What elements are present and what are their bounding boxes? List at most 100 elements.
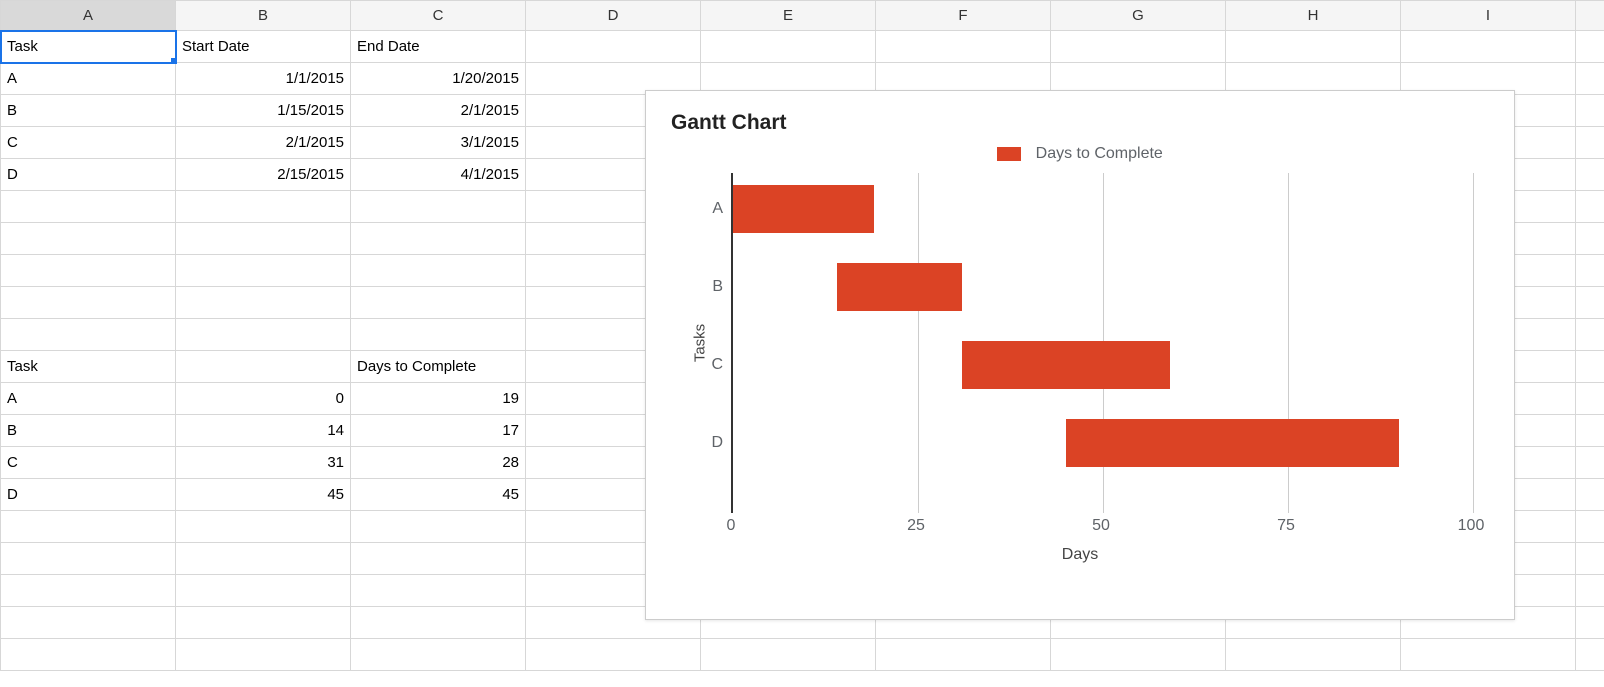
cell[interactable]: D <box>1 159 176 191</box>
cell[interactable]: 2/1/2015 <box>351 95 526 127</box>
column-header-H[interactable]: H <box>1226 1 1401 31</box>
cell[interactable] <box>1 191 176 223</box>
cell[interactable] <box>701 639 876 671</box>
x-tick: 25 <box>907 517 925 535</box>
column-header-A[interactable]: A <box>1 1 176 31</box>
cell[interactable]: 28 <box>351 447 526 479</box>
cell[interactable] <box>1 287 176 319</box>
cell[interactable] <box>526 639 701 671</box>
cell[interactable] <box>176 607 351 639</box>
cell-pad <box>1576 95 1604 127</box>
bar <box>733 185 874 233</box>
cell[interactable]: 1/15/2015 <box>176 95 351 127</box>
cell[interactable]: 31 <box>176 447 351 479</box>
column-header-D[interactable]: D <box>526 1 701 31</box>
chart-title: Gantt Chart <box>671 111 1489 135</box>
legend-swatch-icon <box>997 147 1021 161</box>
cell[interactable] <box>876 639 1051 671</box>
cell[interactable] <box>1 639 176 671</box>
cell[interactable] <box>1 607 176 639</box>
cell[interactable] <box>176 351 351 383</box>
cell[interactable]: A <box>1 383 176 415</box>
cell[interactable] <box>876 31 1051 63</box>
cell-pad <box>1576 159 1604 191</box>
cell[interactable] <box>526 31 701 63</box>
column-header-B[interactable]: B <box>176 1 351 31</box>
cell[interactable]: 0 <box>176 383 351 415</box>
cell[interactable]: 45 <box>176 479 351 511</box>
cell[interactable] <box>351 511 526 543</box>
cell[interactable] <box>351 607 526 639</box>
cell[interactable] <box>176 223 351 255</box>
cell[interactable]: C <box>1 127 176 159</box>
column-header-C[interactable]: C <box>351 1 526 31</box>
bar <box>837 263 963 311</box>
cell[interactable] <box>351 223 526 255</box>
cell[interactable] <box>1401 31 1576 63</box>
cell[interactable] <box>1 223 176 255</box>
cell-pad <box>1576 543 1604 575</box>
cell[interactable]: 19 <box>351 383 526 415</box>
cell[interactable] <box>351 255 526 287</box>
cell[interactable] <box>176 639 351 671</box>
cell[interactable] <box>176 575 351 607</box>
cell[interactable] <box>1401 639 1576 671</box>
cell[interactable]: Task <box>1 31 176 63</box>
cell-pad <box>1576 415 1604 447</box>
cell[interactable] <box>351 575 526 607</box>
cell[interactable]: Start Date <box>176 31 351 63</box>
cell[interactable] <box>351 543 526 575</box>
cell[interactable] <box>176 319 351 351</box>
column-header-G[interactable]: G <box>1051 1 1226 31</box>
cell[interactable] <box>1 319 176 351</box>
cell[interactable] <box>701 31 876 63</box>
cell[interactable]: Task <box>1 351 176 383</box>
x-tick: 0 <box>727 517 736 535</box>
cell[interactable]: B <box>1 95 176 127</box>
cell[interactable] <box>351 639 526 671</box>
cell[interactable] <box>176 255 351 287</box>
column-header-E[interactable]: E <box>701 1 876 31</box>
column-header-F[interactable]: F <box>876 1 1051 31</box>
bar-row-D: D <box>733 419 1474 467</box>
cell[interactable] <box>351 191 526 223</box>
cell[interactable]: 4/1/2015 <box>351 159 526 191</box>
cell[interactable]: A <box>1 63 176 95</box>
cell[interactable]: B <box>1 415 176 447</box>
column-header-row: ABCDEFGHI <box>1 1 1604 31</box>
gantt-chart[interactable]: Gantt Chart Days to Complete Tasks ABCD … <box>645 90 1515 620</box>
cell[interactable]: 3/1/2015 <box>351 127 526 159</box>
category-label: D <box>703 434 723 452</box>
cell[interactable]: D <box>1 479 176 511</box>
cell[interactable] <box>176 191 351 223</box>
cell[interactable] <box>1226 639 1401 671</box>
cell-pad <box>1576 255 1604 287</box>
cell-pad <box>1576 511 1604 543</box>
cell[interactable]: 14 <box>176 415 351 447</box>
cell[interactable] <box>351 319 526 351</box>
cell[interactable]: 17 <box>351 415 526 447</box>
cell[interactable] <box>176 511 351 543</box>
cell[interactable] <box>1 543 176 575</box>
cell[interactable] <box>1051 31 1226 63</box>
cell[interactable] <box>1226 31 1401 63</box>
cell[interactable]: C <box>1 447 176 479</box>
cell[interactable]: 2/1/2015 <box>176 127 351 159</box>
cell[interactable] <box>1 511 176 543</box>
cell[interactable] <box>351 287 526 319</box>
cell[interactable]: 1/1/2015 <box>176 63 351 95</box>
cell[interactable] <box>176 543 351 575</box>
cell[interactable]: End Date <box>351 31 526 63</box>
cell[interactable]: 45 <box>351 479 526 511</box>
cell[interactable] <box>1051 639 1226 671</box>
cell[interactable]: 1/20/2015 <box>351 63 526 95</box>
cell[interactable] <box>1 575 176 607</box>
cell[interactable] <box>176 287 351 319</box>
bar <box>1066 419 1399 467</box>
bar-row-A: A <box>733 185 1474 233</box>
cell[interactable]: Days to Complete <box>351 351 526 383</box>
column-header-I[interactable]: I <box>1401 1 1576 31</box>
cell[interactable]: 2/15/2015 <box>176 159 351 191</box>
cell-pad <box>1576 639 1604 671</box>
cell[interactable] <box>1 255 176 287</box>
